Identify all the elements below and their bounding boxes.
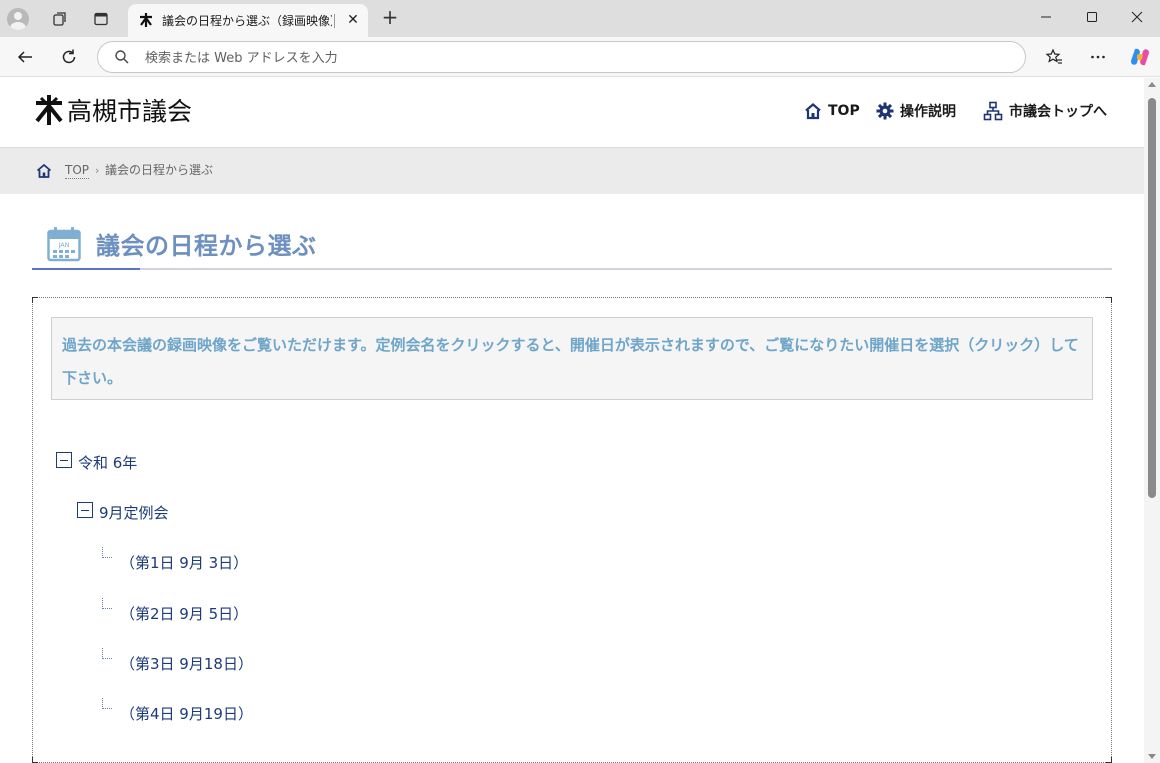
tab-close-icon[interactable]: ✕ <box>343 10 363 30</box>
scroll-up-icon[interactable] <box>1148 82 1156 87</box>
day-link-3[interactable]: （第3日 9月18日） <box>120 653 253 674</box>
web-page: 高槻市議会 TOP 操作説明 市議会トップへ TOP › 議会の日程から選ぶ J… <box>0 78 1144 763</box>
page-title: 議会の日程から選ぶ <box>96 232 317 260</box>
tree-year-label[interactable]: 令和 6年 <box>78 452 137 473</box>
calendar-label: JAN <box>57 241 69 249</box>
calendar-icon: JAN <box>47 227 81 262</box>
maximize-icon[interactable] <box>1069 0 1115 34</box>
nav-top-link[interactable]: TOP <box>804 100 860 122</box>
sitemap-icon <box>983 101 1003 121</box>
nav-council-top-label: 市議会トップへ <box>1009 104 1107 120</box>
profile-icon[interactable] <box>7 8 29 30</box>
tree-connector <box>102 648 112 659</box>
nav-help-link[interactable]: 操作説明 <box>876 100 956 122</box>
content-panel: 過去の本会議の録画映像をご覧いただけます。定例会名をクリックすると、開催日が表示… <box>32 297 1112 763</box>
tree-session-label[interactable]: 9月定例会 <box>99 502 169 523</box>
tab-title: 議会の日程から選ぶ（録画映像） <box>162 14 332 28</box>
nav-council-top-link[interactable]: 市議会トップへ <box>983 100 1107 122</box>
scrollbar-thumb[interactable] <box>1148 98 1156 498</box>
notice-text: 過去の本会議の録画映像をご覧いただけます。定例会名をクリックすると、開催日が表示… <box>62 336 1079 387</box>
gear-icon <box>876 102 894 120</box>
session-collapse-toggle[interactable] <box>77 502 93 518</box>
notice-box: 過去の本会議の録画映像をご覧いただけます。定例会名をクリックすると、開催日が表示… <box>51 317 1093 400</box>
new-tab-icon[interactable]: + <box>378 6 402 30</box>
active-tab[interactable]: 議会の日程から選ぶ（録画映像） ✕ <box>128 4 368 37</box>
minimize-icon[interactable] <box>1023 0 1069 34</box>
nav-top-label: TOP <box>828 103 860 119</box>
tab-divider <box>334 14 335 28</box>
address-bar[interactable] <box>97 41 1026 73</box>
year-collapse-toggle[interactable] <box>56 452 72 468</box>
tree-connector <box>102 547 112 558</box>
city-emblem-icon <box>35 95 63 125</box>
day-link-2[interactable]: （第2日 9月 5日） <box>120 603 248 624</box>
search-icon <box>115 50 129 64</box>
page-scrollbar[interactable] <box>1144 78 1160 763</box>
breadcrumb-current: 議会の日程から選ぶ <box>105 163 214 177</box>
copilot-icon[interactable] <box>1127 44 1153 70</box>
tab-actions-icon[interactable] <box>88 6 114 32</box>
breadcrumb-separator: › <box>95 164 100 177</box>
tree-connector <box>102 698 112 709</box>
site-favicon-icon <box>140 13 152 27</box>
home-icon <box>805 103 821 120</box>
title-underline-accent <box>32 268 140 270</box>
address-input[interactable] <box>145 48 945 68</box>
refresh-icon[interactable] <box>56 44 82 70</box>
page-title-area: JAN 議会の日程から選ぶ <box>32 218 1112 270</box>
site-logo[interactable]: 高槻市議会 <box>34 92 192 128</box>
scroll-down-icon[interactable] <box>1148 754 1156 759</box>
workspaces-icon[interactable] <box>47 6 73 32</box>
nav-help-label: 操作説明 <box>900 104 956 120</box>
close-window-icon[interactable] <box>1114 0 1160 34</box>
day-link-1[interactable]: （第1日 9月 3日） <box>120 552 248 573</box>
favorites-icon[interactable] <box>1041 44 1067 70</box>
browser-tab-bar: 議会の日程から選ぶ（録画映像） ✕ + <box>0 0 1160 37</box>
tree-connector <box>102 598 112 609</box>
more-icon[interactable] <box>1085 44 1111 70</box>
back-icon[interactable] <box>12 44 38 70</box>
breadcrumb-top-link[interactable]: TOP <box>65 163 90 179</box>
site-name: 高槻市議会 <box>67 97 193 126</box>
day-link-4[interactable]: （第4日 9月19日） <box>120 703 253 724</box>
breadcrumb: TOP › 議会の日程から選ぶ <box>0 147 1144 194</box>
breadcrumb-home-icon[interactable] <box>36 163 52 179</box>
browser-toolbar <box>0 37 1160 77</box>
site-header: 高槻市議会 TOP 操作説明 市議会トップへ <box>0 78 1144 147</box>
